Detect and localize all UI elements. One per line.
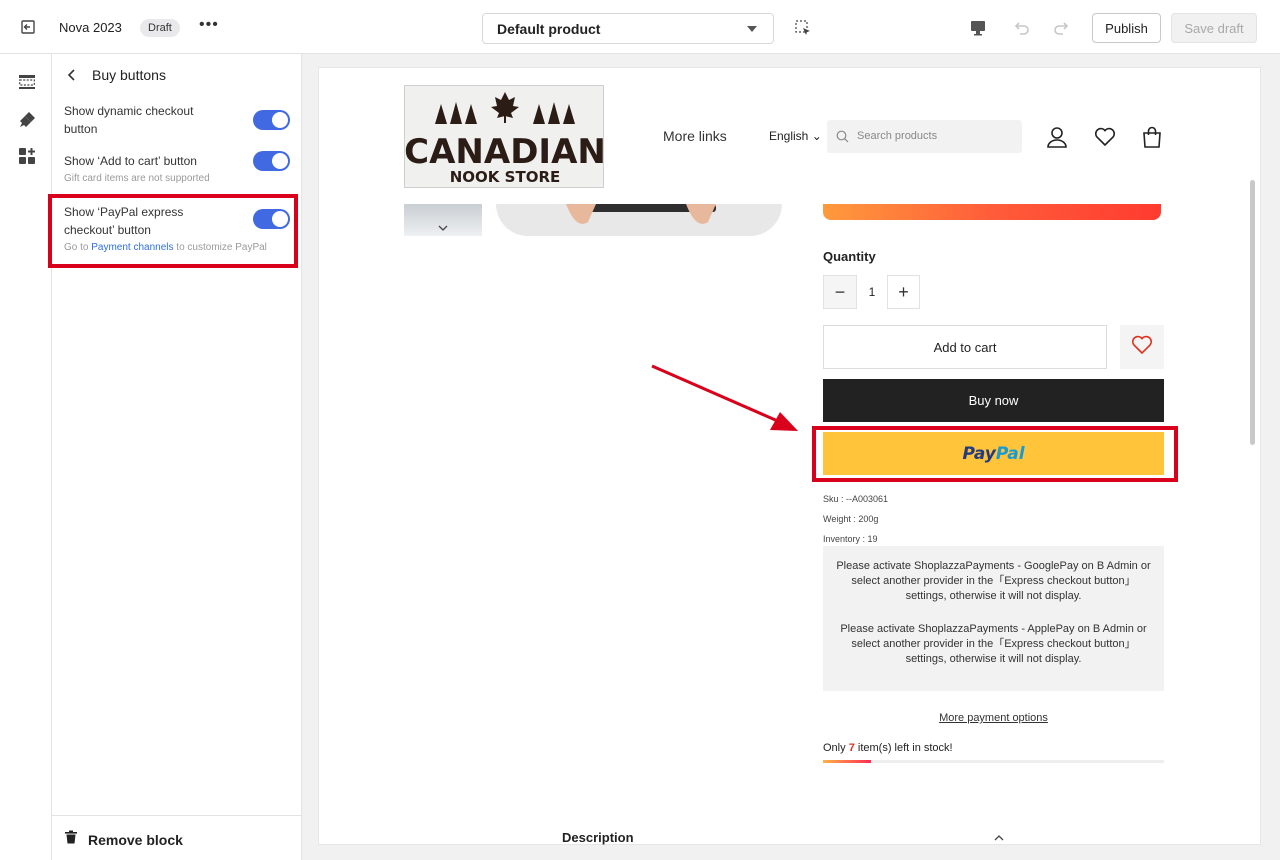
apps-icon[interactable]	[17, 146, 37, 166]
chevron-down-icon: ⌄	[811, 129, 822, 143]
sku-text: Sku : --A003061	[823, 494, 889, 504]
quantity-increase-button[interactable]: +	[887, 275, 920, 309]
inventory-text: Inventory : 19	[823, 534, 878, 544]
language-value: English	[769, 129, 809, 143]
stock-message: Only 7 item(s) left in stock!	[823, 742, 953, 754]
product-thumbnail[interactable]	[404, 204, 482, 236]
undo-icon[interactable]	[1011, 18, 1031, 38]
stock-prefix: Only	[823, 742, 849, 754]
exit-icon[interactable]	[18, 17, 38, 37]
setting-hint: Gift card items are not supported	[64, 173, 210, 184]
desktop-icon[interactable]	[968, 18, 988, 38]
quantity-decrease-button[interactable]: −	[823, 275, 857, 309]
express-checkout-notice: Please activate ShoplazzaPayments - Goog…	[823, 546, 1164, 691]
left-rail	[0, 54, 52, 860]
logo-subtitle: NOOK STORE	[450, 168, 561, 186]
add-to-cart-toggle[interactable]	[253, 151, 290, 171]
plus-icon: +	[898, 281, 909, 302]
panel-footer: Remove block	[52, 815, 302, 860]
search-placeholder: Search products	[857, 130, 938, 142]
chevron-down-icon	[747, 26, 757, 32]
save-draft-button[interactable]: Save draft	[1171, 13, 1257, 43]
bag-icon[interactable]	[1141, 126, 1163, 148]
theme-name: Nova 2023	[59, 20, 122, 35]
description-toggle[interactable]: Description	[562, 830, 634, 845]
more-payment-options-link[interactable]: More payment options	[823, 712, 1164, 724]
chevron-up-icon[interactable]	[993, 831, 1005, 843]
notice-applepay: Please activate ShoplazzaPayments - Appl…	[840, 623, 1147, 665]
setting-dynamic-checkout: Show dynamic checkout button	[64, 102, 290, 138]
add-to-cart-button[interactable]: Add to cart	[823, 325, 1107, 369]
preview-scrollbar[interactable]	[1250, 180, 1255, 445]
setting-label: Show dynamic checkout button	[64, 104, 194, 136]
dynamic-checkout-toggle[interactable]	[253, 110, 290, 130]
template-select[interactable]: Default product	[482, 13, 774, 44]
search-icon	[836, 130, 849, 148]
store-logo[interactable]: CANADIAN NOOK STORE	[404, 85, 604, 188]
template-select-value: Default product	[497, 21, 601, 37]
language-select[interactable]: English ⌄	[769, 129, 822, 143]
setting-add-to-cart: Show ‘Add to cart’ button Gift card item…	[64, 151, 290, 184]
panel-title: Buy buttons	[92, 67, 166, 83]
stock-progress-fill	[823, 760, 871, 763]
heart-icon	[1131, 335, 1153, 360]
stock-progress-bar	[823, 760, 1164, 763]
nav-more-links[interactable]: More links	[663, 128, 727, 144]
back-icon[interactable]	[64, 67, 80, 83]
heart-icon[interactable]	[1094, 127, 1116, 147]
minus-icon: −	[834, 281, 846, 302]
theme-style-icon[interactable]	[17, 110, 37, 130]
chevron-down-icon	[438, 218, 448, 236]
quantity-value[interactable]: 1	[857, 275, 887, 309]
buy-now-button[interactable]: Buy now	[823, 379, 1164, 422]
product-main-image[interactable]	[496, 204, 782, 236]
wishlist-button[interactable]	[1120, 325, 1164, 369]
notice-googlepay: Please activate ShoplazzaPayments - Goog…	[836, 560, 1151, 602]
logo-title: CANADIAN	[405, 132, 604, 172]
highlight-box-setting	[48, 194, 298, 268]
sections-icon[interactable]	[17, 72, 37, 92]
inspect-icon[interactable]	[794, 19, 812, 37]
weight-text: Weight : 200g	[823, 514, 879, 524]
editor-topbar: Nova 2023 Draft ••• Default product Publ…	[0, 0, 1280, 54]
quantity-label: Quantity	[823, 249, 876, 264]
more-options-button[interactable]: •••	[199, 16, 219, 34]
stock-suffix: item(s) left in stock!	[854, 742, 953, 754]
block-settings-panel: Buy buttons Show dynamic checkout button…	[52, 54, 302, 860]
promo-banner	[823, 204, 1161, 220]
remove-block-label: Remove block	[88, 831, 183, 848]
status-badge: Draft	[140, 19, 180, 37]
annotation-arrow	[651, 364, 798, 431]
setting-label: Show ‘Add to cart’ button	[64, 154, 197, 168]
user-icon[interactable]	[1046, 126, 1068, 148]
search-input[interactable]: Search products	[827, 120, 1022, 153]
publish-button[interactable]: Publish	[1092, 13, 1161, 43]
remove-block-button[interactable]: Remove block	[64, 830, 183, 849]
highlight-box-paypal	[812, 426, 1178, 482]
trash-icon	[64, 830, 78, 849]
redo-icon[interactable]	[1052, 18, 1072, 38]
panel-header: Buy buttons	[64, 65, 166, 85]
